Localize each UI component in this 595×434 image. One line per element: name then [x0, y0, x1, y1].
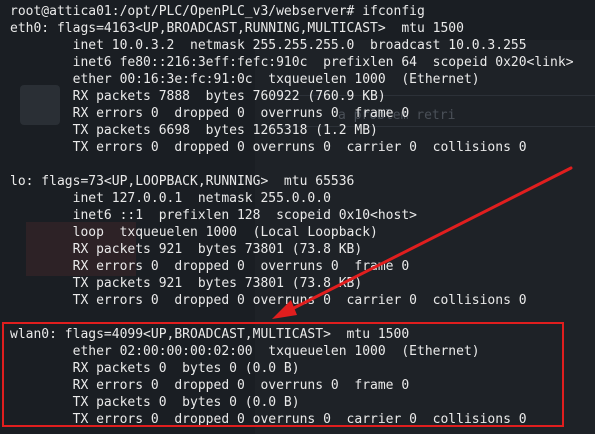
annotation-arrow	[272, 166, 573, 319]
arrow-shaft	[284, 166, 573, 314]
arrow-head	[272, 300, 297, 319]
